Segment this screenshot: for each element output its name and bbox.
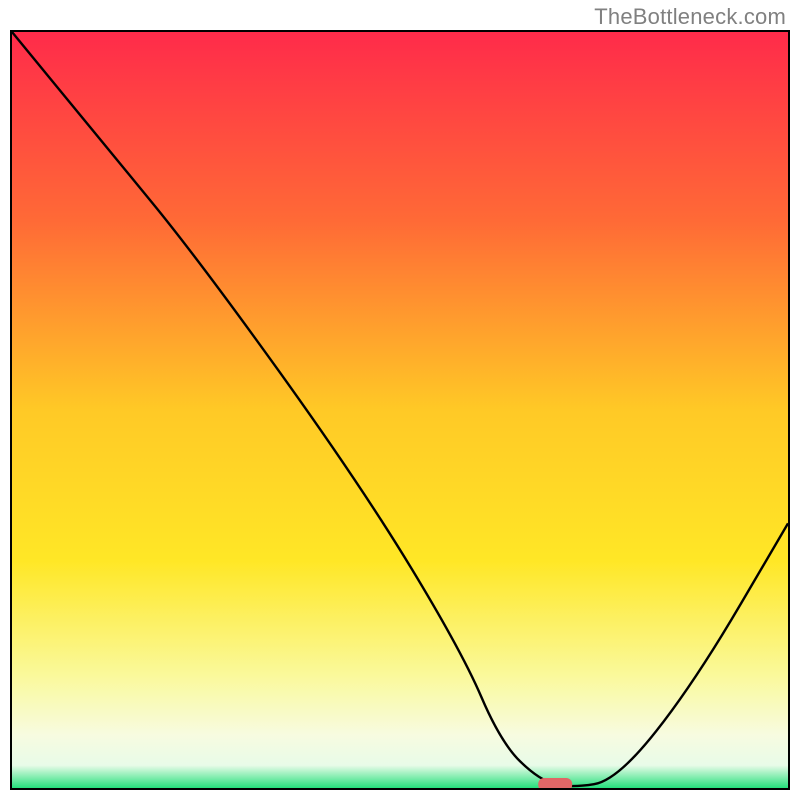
attribution-text: TheBottleneck.com bbox=[594, 4, 786, 30]
chart-background bbox=[12, 32, 788, 788]
bottleneck-chart bbox=[12, 32, 788, 788]
chart-frame bbox=[10, 30, 790, 790]
optimal-marker bbox=[538, 778, 572, 788]
